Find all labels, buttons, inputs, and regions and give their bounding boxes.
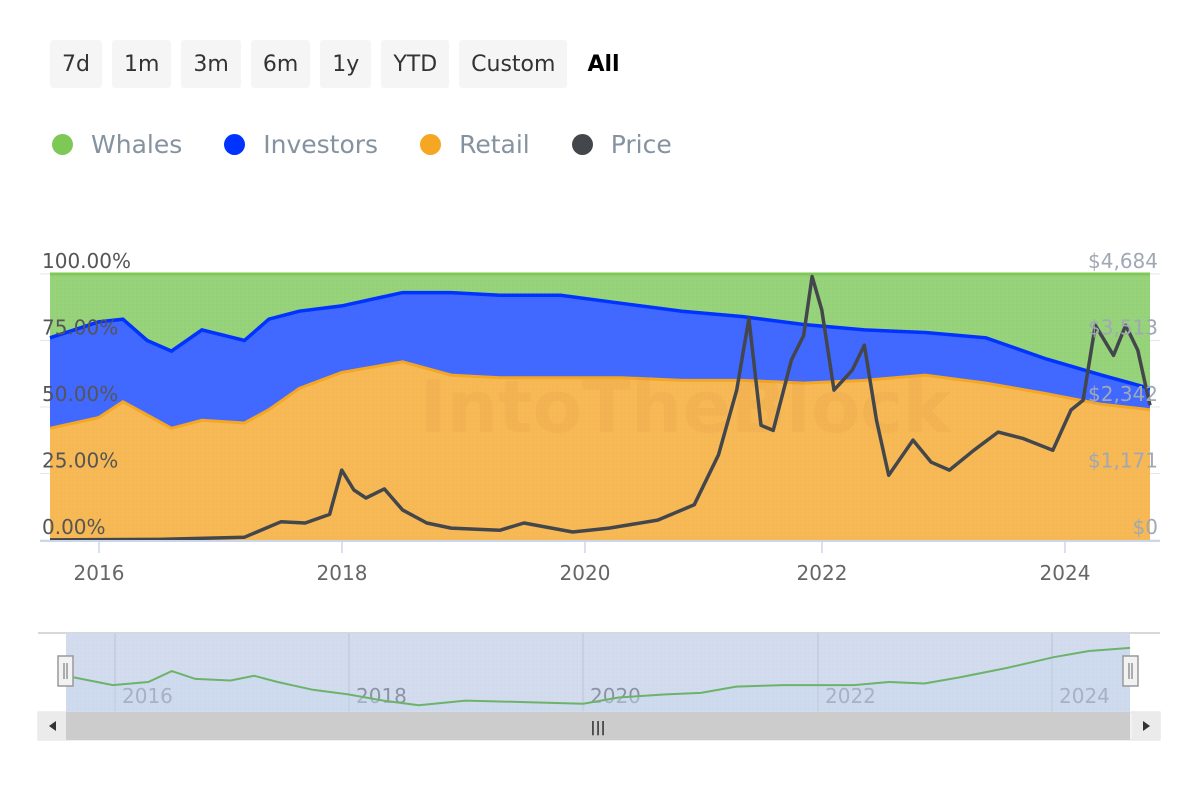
range-button-3m[interactable]: 3m	[181, 40, 241, 88]
handle-grip-icon	[57, 655, 74, 687]
legend-item-price[interactable]: Price	[571, 130, 672, 159]
navigator-handle-left[interactable]	[57, 655, 74, 687]
range-button-ytd[interactable]: YTD	[381, 40, 450, 88]
range-button-7d[interactable]: 7d	[50, 40, 102, 88]
navigator-line	[65, 646, 1131, 707]
legend-label-whales: Whales	[91, 130, 183, 159]
area-retail	[50, 361, 1150, 540]
scrollbar-grip-icon: |||	[590, 720, 605, 736]
x-tick-label: 2024	[1040, 561, 1091, 585]
scrollbar-thumb	[66, 712, 1130, 740]
y-right-tick-label: $3,513	[1088, 316, 1158, 340]
stacked-areas	[49, 272, 1151, 540]
legend-item-investors[interactable]: Investors	[224, 130, 378, 159]
scrollbar[interactable]: |||	[37, 711, 1161, 741]
y-left-tick-label: 0.00%	[42, 515, 106, 539]
y-left-tick-label: 25.00%	[42, 449, 118, 473]
range-button-1m[interactable]: 1m	[111, 40, 172, 88]
legend-item-whales[interactable]: Whales	[52, 130, 182, 159]
area-investors	[50, 292, 1150, 429]
legend-dot-investors-icon	[224, 134, 246, 155]
scrollbar-track	[37, 711, 1161, 741]
range-button-1y[interactable]: 1y	[320, 40, 372, 88]
range-button-all[interactable]: All	[577, 40, 629, 88]
watermark: IntoTheBlock	[420, 365, 953, 449]
price-line-group	[49, 274, 1152, 542]
legend-dot-whales-icon	[52, 134, 73, 155]
navigator-tick-label: 2024	[1059, 684, 1110, 708]
navigator: 2016 2018 2020 2022 2024 |||	[37, 632, 1161, 741]
line-investors	[49, 290, 1151, 391]
arrow-right-icon	[1143, 721, 1150, 731]
main-chart: IntoTheBlock 2016 2018 2020 2022 2024 0.00% 25…	[37, 249, 1161, 741]
y-right-tick-label: $4,684	[1088, 249, 1158, 273]
y-right-tick-label: $0	[1133, 515, 1158, 539]
navigator-area	[66, 647, 1130, 712]
chart-legend: Whales Investors Retail Price	[52, 130, 672, 159]
legend-label-price: Price	[610, 130, 672, 159]
legend-label-investors: Investors	[263, 130, 379, 159]
grid-lines	[40, 273, 1160, 541]
arrow-left-icon	[49, 721, 56, 731]
y-left-tick-label: 50.00%	[42, 382, 118, 406]
axes: 2016 2018 2020 2022 2024 0.00% 25.00% 50.00% 75.…	[40, 249, 1160, 585]
range-button-custom[interactable]: Custom	[459, 40, 568, 88]
y-left-tick-label: 100.00%	[42, 249, 131, 273]
x-tick-label: 2016	[74, 561, 125, 585]
navigator-handle-right[interactable]	[1122, 655, 1139, 687]
scroll-right-button[interactable]	[1132, 712, 1160, 740]
x-tick-label: 2022	[797, 561, 848, 585]
navigator-tick-label: 2018	[356, 684, 407, 708]
legend-item-retail[interactable]: Retail	[420, 130, 530, 159]
navigator-tick-label: 2020	[590, 684, 641, 708]
area-whales	[50, 274, 1150, 389]
range-selector: 7d 1m 3m 6m 1y YTD Custom All	[50, 40, 630, 88]
y-right-tick-label: $2,342	[1088, 382, 1158, 406]
x-tick-label: 2018	[317, 561, 368, 585]
navigator-tick-label: 2016	[122, 684, 173, 708]
legend-dot-price-icon	[571, 134, 593, 155]
navigator-texture	[66, 633, 1130, 712]
x-tick-label: 2020	[560, 561, 611, 585]
area-texture	[50, 274, 1150, 540]
legend-dot-retail-icon	[420, 134, 442, 155]
y-left-tick-label: 75.00%	[42, 316, 118, 340]
line-retail	[49, 360, 1151, 430]
scroll-right-bg	[1132, 712, 1160, 740]
navigator-selection	[66, 633, 1130, 712]
handle-grip-icon	[1122, 655, 1139, 687]
navigator-tick-label: 2022	[825, 684, 876, 708]
y-right-tick-label: $1,171	[1088, 449, 1158, 473]
scroll-left-bg	[38, 712, 66, 740]
legend-label-retail: Retail	[459, 130, 530, 159]
range-button-6m[interactable]: 6m	[250, 40, 311, 88]
scroll-left-button[interactable]	[38, 712, 66, 740]
line-price	[49, 274, 1152, 542]
